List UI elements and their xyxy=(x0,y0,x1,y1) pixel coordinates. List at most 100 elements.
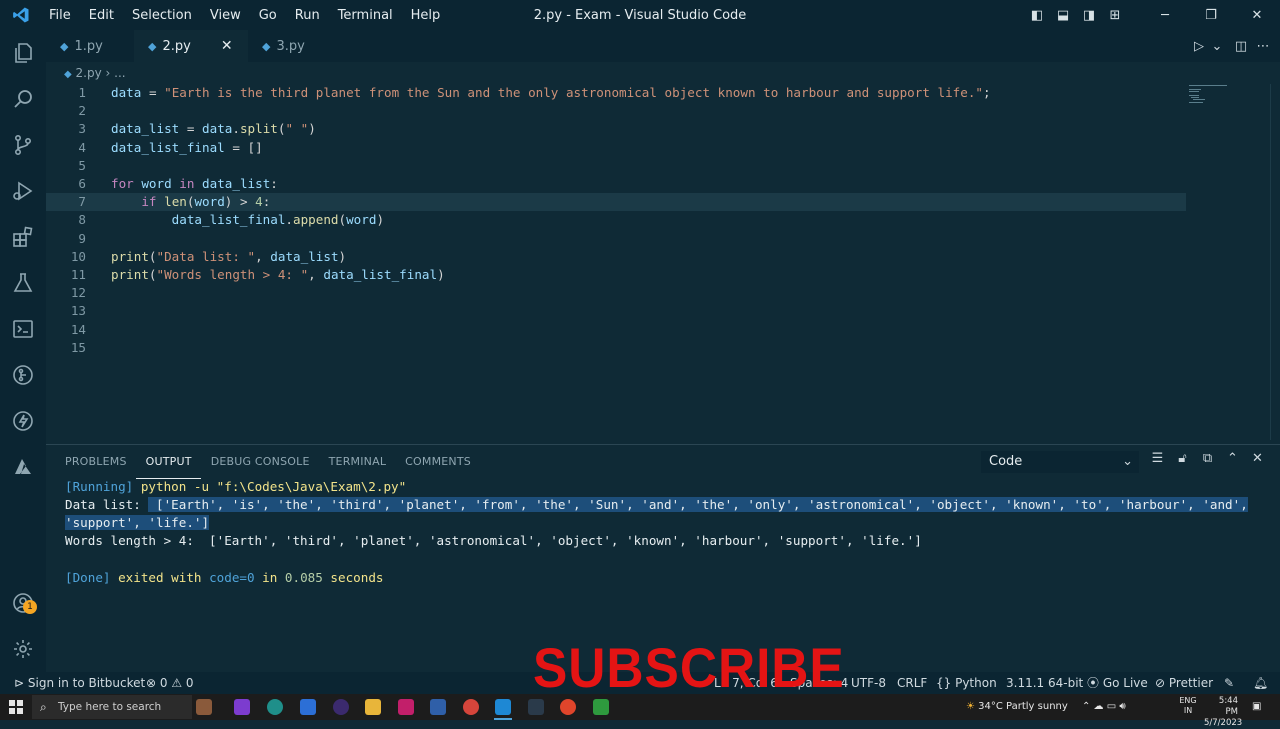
code-line[interactable]: 1 data = "Earth is the third planet from … xyxy=(46,84,1186,102)
notification-center-icon[interactable]: ▣ xyxy=(1252,694,1261,720)
gear-icon xyxy=(14,640,32,658)
app-icon-azure[interactable] xyxy=(300,699,316,715)
windows-start-icon[interactable] xyxy=(9,700,23,714)
code-line[interactable]: 12 xyxy=(46,284,1186,302)
close-window-icon[interactable]: ✕ xyxy=(1234,8,1280,23)
menu-go[interactable]: Go xyxy=(250,8,286,23)
file-explorer-icon[interactable] xyxy=(365,699,381,715)
chrome-icon[interactable] xyxy=(560,699,576,715)
app-icon-desk[interactable] xyxy=(196,699,212,715)
split-editor-icon[interactable]: ◫ xyxy=(1230,39,1252,54)
tab-debug-console[interactable]: DEBUG CONSOLE xyxy=(201,445,319,479)
app-icon-p[interactable] xyxy=(234,699,250,715)
run-file-icon[interactable]: ▷ xyxy=(1188,39,1210,54)
prettier-status[interactable]: ⊘ Prettier xyxy=(1155,672,1213,694)
close-panel-icon[interactable]: ✕ xyxy=(1245,451,1270,466)
menu-run[interactable]: Run xyxy=(286,8,329,23)
interpreter-status[interactable]: 3.11.1 64-bit xyxy=(1006,672,1083,694)
vscode-taskbar-icon[interactable] xyxy=(495,699,511,715)
breadcrumb-file[interactable]: 2.py xyxy=(76,66,102,80)
code-line[interactable]: 11 print("Words length > 4: ", data_list_… xyxy=(46,266,1186,284)
code-editor[interactable]: 1 data = "Earth is the third planet from … xyxy=(46,84,1280,440)
more-actions-icon[interactable]: ⋯ xyxy=(1252,39,1274,54)
accounts-button[interactable]: 1 xyxy=(0,580,46,626)
gitlens-button[interactable] xyxy=(0,352,46,398)
language-indicator[interactable]: ENG IN xyxy=(1178,696,1198,716)
azure-button[interactable] xyxy=(0,444,46,490)
tab-3-py[interactable]: ◆ 3.py xyxy=(248,30,317,62)
taskbar-search[interactable]: ⌕ Type here to search xyxy=(32,695,192,719)
extensions-button[interactable] xyxy=(0,214,46,260)
minimap[interactable] xyxy=(1189,84,1229,104)
app-icon-jetbrains[interactable] xyxy=(398,699,414,715)
source-control-button[interactable] xyxy=(0,122,46,168)
run-dropdown-icon[interactable]: ⌄ xyxy=(1210,39,1224,54)
filter-lines-icon[interactable]: ☰ xyxy=(1145,451,1170,466)
code-line[interactable]: 2 xyxy=(46,102,1186,120)
code-line[interactable]: 7 if len(word) > 4: xyxy=(46,193,1186,212)
code-line[interactable]: 5 xyxy=(46,157,1186,175)
menu-terminal[interactable]: Terminal xyxy=(329,8,402,23)
testing-button[interactable] xyxy=(0,260,46,306)
clear-output-icon[interactable]: ⧉ xyxy=(1195,451,1220,466)
editor-scrollbar[interactable] xyxy=(1270,84,1280,440)
tab-output[interactable]: OUTPUT xyxy=(135,445,201,479)
menu-edit[interactable]: Edit xyxy=(80,8,123,23)
bitbucket-status[interactable]: ⊳ Sign in to Bitbucket xyxy=(14,672,145,694)
maximize-panel-icon[interactable]: ⌃ xyxy=(1220,451,1245,466)
toggle-sidebar-icon[interactable]: ◧ xyxy=(1024,8,1050,23)
menu-file[interactable]: File xyxy=(40,8,80,23)
terminal-taskbar-icon[interactable] xyxy=(528,699,544,715)
app-icon-vs[interactable] xyxy=(430,699,446,715)
feedback-icon[interactable]: ✎ xyxy=(1224,672,1234,694)
tray-icons[interactable]: ⌃ ☁ ▭ 🔊︎ xyxy=(1082,694,1126,720)
close-tab-icon[interactable]: ✕ xyxy=(221,38,233,54)
go-live-status[interactable]: ⦿ Go Live xyxy=(1087,672,1148,694)
minimize-icon[interactable]: ─ xyxy=(1142,8,1188,23)
clock[interactable]: 5:44 PM 5/7/2023 xyxy=(1204,696,1242,729)
encoding-status[interactable]: UTF-8 xyxy=(851,672,886,694)
run-debug-button[interactable] xyxy=(0,168,46,214)
customize-layout-icon[interactable]: ⊞ xyxy=(1102,8,1128,23)
window-controls: ◧ ⬓ ◨ ⊞ ─ ❐ ✕ xyxy=(1024,0,1280,30)
code-line[interactable]: 14 xyxy=(46,321,1186,339)
eol-status[interactable]: CRLF xyxy=(897,672,927,694)
tab-comments[interactable]: COMMENTS xyxy=(395,445,480,479)
problems-status[interactable]: ⊗ 0 ⚠ 0 xyxy=(146,672,194,694)
tab-terminal[interactable]: TERMINAL xyxy=(319,445,396,479)
code-line[interactable]: 9 xyxy=(46,230,1186,248)
live-share-button[interactable] xyxy=(0,398,46,444)
toggle-secondary-sidebar-icon[interactable]: ◨ xyxy=(1076,8,1102,23)
language-status[interactable]: {} Python xyxy=(936,672,997,694)
code-line[interactable]: 13 xyxy=(46,302,1186,320)
menu-view[interactable]: View xyxy=(201,8,250,23)
code-line[interactable]: 10 print("Data list: ", data_list) xyxy=(46,248,1186,266)
menu-selection[interactable]: Selection xyxy=(123,8,201,23)
toggle-panel-icon[interactable]: ⬓ xyxy=(1050,8,1076,23)
tab-1-py[interactable]: ◆ 1.py xyxy=(46,30,134,62)
search-button[interactable] xyxy=(0,76,46,122)
code-line[interactable]: 8 data_list_final.append(word) xyxy=(46,211,1186,229)
breadcrumb-more[interactable]: ... xyxy=(114,66,125,80)
app-icon-eclipse[interactable] xyxy=(333,699,349,715)
lock-icon[interactable]: 🔓︎ xyxy=(1170,451,1195,466)
app-icon-github[interactable] xyxy=(463,699,479,715)
manage-button[interactable] xyxy=(0,626,46,672)
weather-widget[interactable]: ☀ 34°C Partly sunny xyxy=(966,694,1068,720)
app-icon-green[interactable] xyxy=(593,699,609,715)
explorer-button[interactable] xyxy=(0,30,46,76)
code-line[interactable]: 4 data_list_final = [] xyxy=(46,139,1186,157)
bitbucket-label: Sign in to Bitbucket xyxy=(27,676,146,690)
tab-2-py[interactable]: ◆ 2.py ✕ xyxy=(134,30,248,62)
output-channel-select[interactable]: Code ⌄ xyxy=(981,451,1139,473)
tab-problems[interactable]: PROBLEMS xyxy=(46,445,136,479)
app-icon-edge[interactable] xyxy=(267,699,283,715)
restore-icon[interactable]: ❐ xyxy=(1188,8,1234,23)
code-line[interactable]: 3 data_list = data.split(" ") xyxy=(46,120,1186,138)
remote-explorer-button[interactable] xyxy=(0,306,46,352)
code-line[interactable]: 15 xyxy=(46,339,1186,357)
code-line[interactable]: 6 for word in data_list: xyxy=(46,175,1186,193)
notifications-bell-icon[interactable]: 🔔︎ xyxy=(1253,672,1268,694)
menu-help[interactable]: Help xyxy=(402,8,450,23)
subscribe-overlay-text: SUBSCRIBE xyxy=(533,636,845,699)
